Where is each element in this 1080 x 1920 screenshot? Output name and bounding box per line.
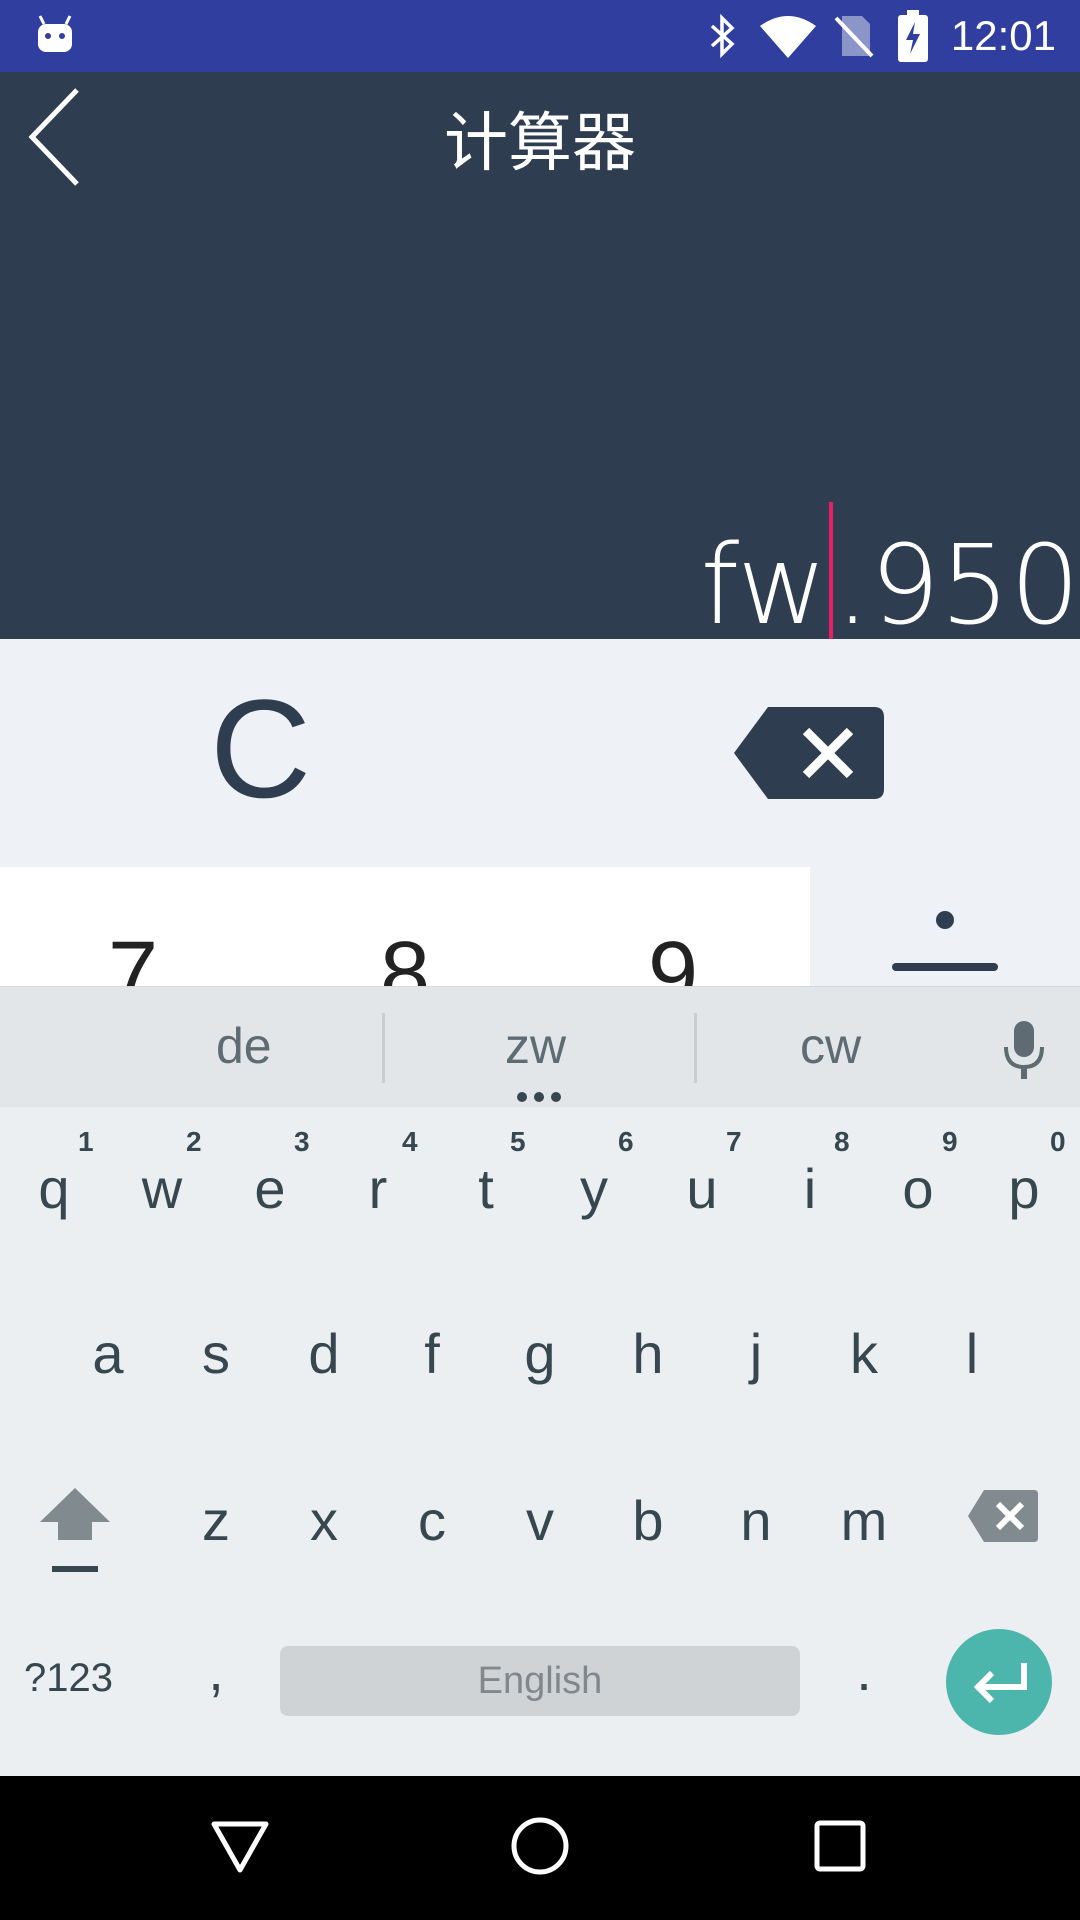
- status-time: 12:01: [950, 12, 1056, 59]
- suggestion-1[interactable]: de: [216, 1017, 272, 1075]
- key-l[interactable]: l: [918, 1321, 1026, 1386]
- key-a[interactable]: a: [54, 1321, 162, 1386]
- key-e[interactable]: e: [216, 1156, 324, 1221]
- key-w[interactable]: w: [108, 1156, 216, 1221]
- no-sim-icon: [834, 16, 874, 58]
- app-header: 计算器 fw.950: [0, 72, 1080, 649]
- key-hint: 4: [402, 1126, 418, 1157]
- space-bar[interactable]: English: [280, 1646, 800, 1716]
- wifi-icon: [760, 16, 816, 58]
- key-x[interactable]: x: [270, 1488, 378, 1553]
- microphone-icon[interactable]: [1000, 1019, 1048, 1081]
- more-suggestions-icon[interactable]: [514, 1091, 564, 1103]
- key-period[interactable]: .: [810, 1638, 918, 1703]
- display-value: .950: [835, 521, 1080, 649]
- key-i[interactable]: i: [756, 1156, 864, 1221]
- digit-9-button[interactable]: 9: [648, 923, 698, 989]
- key-hint: 3: [294, 1126, 310, 1157]
- key-b[interactable]: b: [594, 1488, 702, 1553]
- suggestion-divider: [382, 1013, 385, 1083]
- key-n[interactable]: n: [702, 1488, 810, 1553]
- key-o[interactable]: o: [864, 1156, 972, 1221]
- nav-back-icon[interactable]: [210, 1818, 270, 1874]
- enter-icon: [973, 1663, 1027, 1704]
- calculator-panel: C 7 8 9: [0, 639, 1080, 989]
- suggestion-3[interactable]: cw: [800, 1017, 861, 1075]
- clear-button[interactable]: C: [210, 679, 330, 819]
- key-d[interactable]: d: [270, 1321, 378, 1386]
- backspace-icon[interactable]: [732, 705, 886, 801]
- suggestion-strip: de zw cw: [0, 986, 1080, 1107]
- shift-icon[interactable]: [38, 1486, 112, 1574]
- key-c[interactable]: c: [378, 1488, 486, 1553]
- battery-charging-icon: [898, 10, 928, 62]
- key-p[interactable]: p: [970, 1156, 1078, 1221]
- key-t[interactable]: t: [432, 1156, 540, 1221]
- key-hint: 0: [1050, 1126, 1066, 1157]
- key-s[interactable]: s: [162, 1321, 270, 1386]
- divide-icon[interactable]: [810, 867, 1080, 989]
- key-h[interactable]: h: [594, 1321, 702, 1386]
- suggestion-divider: [694, 1013, 697, 1083]
- key-hint: 8: [834, 1126, 850, 1157]
- key-m[interactable]: m: [810, 1488, 918, 1553]
- key-hint: 5: [510, 1126, 526, 1157]
- key-v[interactable]: v: [486, 1488, 594, 1553]
- enter-button[interactable]: [946, 1629, 1052, 1735]
- key-comma[interactable]: ,: [162, 1638, 270, 1703]
- calculator-display[interactable]: fw.950: [700, 502, 1080, 649]
- key-g[interactable]: g: [486, 1321, 594, 1386]
- status-bar: 12:01: [0, 0, 1080, 72]
- key-hint: 6: [618, 1126, 634, 1157]
- key-r[interactable]: r: [324, 1156, 432, 1221]
- digit-7-button[interactable]: 7: [108, 923, 158, 989]
- digit-8-button[interactable]: 8: [380, 923, 430, 989]
- key-k[interactable]: k: [810, 1321, 918, 1386]
- number-pad: 7 8 9: [0, 867, 810, 989]
- key-hint: 2: [186, 1126, 202, 1157]
- soft-keyboard: de zw cw 1 q 2 w 3 e 4 r 5 t 6 y 7 u 8 i…: [0, 986, 1080, 1776]
- key-f[interactable]: f: [378, 1321, 486, 1386]
- key-u[interactable]: u: [648, 1156, 756, 1221]
- keyboard-backspace-icon[interactable]: [966, 1488, 1040, 1544]
- page-title: 计算器: [444, 107, 636, 181]
- suggestion-2[interactable]: zw: [505, 1017, 566, 1075]
- nav-recents-icon[interactable]: [814, 1820, 866, 1872]
- android-icon: [38, 15, 72, 52]
- key-q[interactable]: q: [0, 1156, 108, 1221]
- nav-home-icon[interactable]: [510, 1816, 570, 1876]
- key-j[interactable]: j: [702, 1321, 810, 1386]
- text-cursor: [829, 502, 834, 647]
- key-hint: 9: [942, 1126, 958, 1157]
- navigation-bar: [0, 1776, 1080, 1920]
- key-hint: 1: [78, 1126, 94, 1157]
- key-z[interactable]: z: [162, 1488, 270, 1553]
- key-hint: 7: [726, 1126, 742, 1157]
- bluetooth-icon: [710, 14, 735, 58]
- symbols-key[interactable]: ?123: [24, 1656, 134, 1701]
- key-y[interactable]: y: [540, 1156, 648, 1221]
- composing-text: fw: [700, 521, 828, 649]
